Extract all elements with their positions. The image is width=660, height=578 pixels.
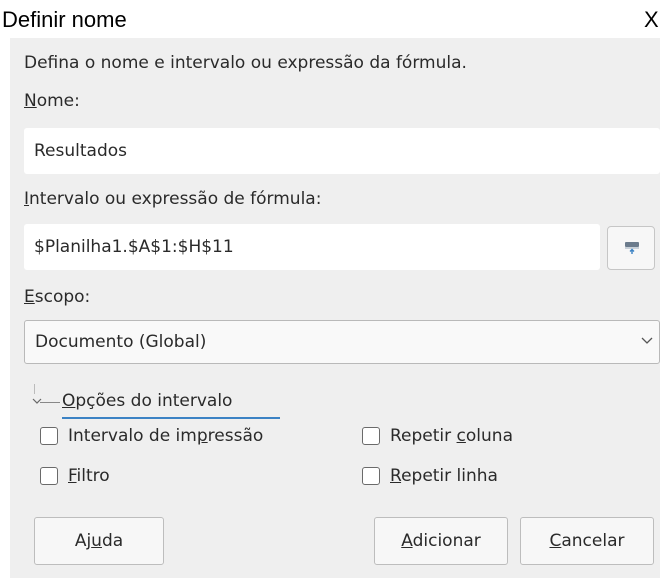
scope-label-accel: E (24, 287, 35, 307)
expander-tick (34, 384, 35, 394)
define-name-dialog: Defina o nome e intervalo ou expressão d… (10, 38, 660, 578)
name-field[interactable]: Resultados (24, 128, 660, 174)
checkbox-box (362, 427, 380, 445)
label-part: Repetir (390, 426, 457, 446)
range-options-rest: pções do intervalo (75, 391, 233, 411)
button-label-accel: A (401, 531, 413, 551)
label-accel: F (68, 466, 77, 486)
range-label: Intervalo ou expressão de fórmula: (24, 188, 321, 210)
label-accel: c (456, 426, 466, 446)
label-part: epetir linha (401, 466, 498, 486)
label-accel: p (196, 426, 208, 446)
cancel-button[interactable]: Cancelar (520, 517, 654, 565)
scope-select-value: Documento (Global) (35, 332, 207, 352)
name-label-accel: N (24, 91, 37, 111)
name-label: Nome: (24, 90, 80, 112)
label-accel: R (390, 466, 402, 486)
range-label-rest: ntervalo ou expressão de fórmula: (29, 189, 322, 209)
chevron-down-icon (641, 337, 653, 344)
scope-select[interactable]: Documento (Global) (24, 320, 660, 364)
dialog-description: Defina o nome e intervalo ou expressão d… (24, 53, 467, 73)
range-expression-value: $Planilha1.$A$1:$H$11 (34, 237, 234, 257)
title-bar: Definir nome X (0, 0, 660, 36)
shrink-range-button[interactable] (607, 226, 655, 270)
shrink-range-icon (625, 242, 639, 254)
name-label-rest: ome: (36, 91, 80, 111)
checkbox-box (40, 467, 58, 485)
name-field-value: Resultados (34, 141, 127, 161)
range-options-accel: O (62, 391, 76, 411)
help-button[interactable]: Ajuda (34, 517, 164, 565)
repeat-row-label: Repetir linha (390, 465, 498, 487)
close-button[interactable]: X (644, 6, 660, 34)
button-label-part: Aj (74, 531, 92, 551)
window-title: Definir nome (2, 7, 127, 32)
focus-underline (62, 417, 280, 419)
range-expression-field[interactable]: $Planilha1.$A$1:$H$11 (24, 224, 600, 270)
button-label-accel: u (91, 531, 102, 551)
filter-label: Filtro (68, 465, 110, 487)
label-part: oluna (465, 426, 513, 446)
button-label-part: dicionar (412, 531, 481, 551)
checkbox-box (362, 467, 380, 485)
scope-label-rest: scopo: (34, 287, 91, 307)
label-part: ressão (207, 426, 264, 446)
repeat-column-label: Repetir coluna (390, 425, 513, 447)
add-button[interactable]: Adicionar (374, 517, 508, 565)
label-part: iltro (76, 466, 110, 486)
range-options-label: Opções do intervalo (62, 390, 232, 412)
print-range-label: Intervalo de impressão (68, 425, 263, 447)
scope-label: Escopo: (24, 286, 90, 308)
label-part: Intervalo de im (68, 426, 197, 446)
checkbox-box (40, 427, 58, 445)
button-label-accel: C (549, 531, 562, 551)
button-label-part: ancelar (561, 531, 625, 551)
range-options-expander[interactable]: Opções do intervalo (30, 384, 290, 420)
button-label-part: da (101, 531, 124, 551)
expander-line (40, 402, 60, 403)
